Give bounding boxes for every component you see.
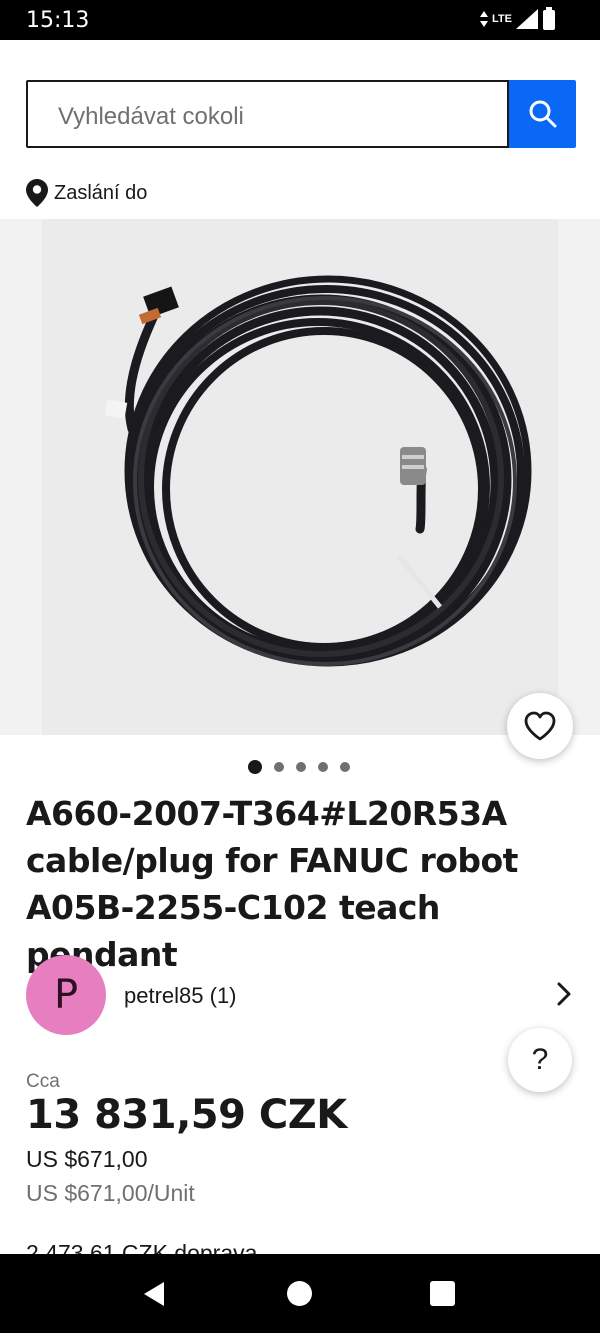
cable-photo xyxy=(42,219,558,735)
search-icon xyxy=(529,100,556,128)
battery-icon xyxy=(543,7,555,30)
heart-icon xyxy=(524,711,556,741)
seller-avatar: P xyxy=(26,955,106,1035)
listing-title: A660-2007-T364#L20R53A cable/plug for FA… xyxy=(26,794,518,974)
data-arrows-icon xyxy=(480,11,489,27)
search-bar: Vyhledávat cokoli xyxy=(26,80,576,148)
search-placeholder: Vyhledávat cokoli xyxy=(58,103,244,130)
gallery-dot[interactable] xyxy=(340,762,350,772)
price-approx-label: Cca xyxy=(26,1071,60,1092)
product-image-gallery[interactable] xyxy=(0,219,600,735)
back-icon[interactable] xyxy=(142,1280,166,1308)
signal-icon xyxy=(516,9,538,29)
system-nav-bar xyxy=(0,1254,600,1333)
gallery-pagination xyxy=(248,760,350,774)
recents-icon[interactable] xyxy=(430,1281,455,1306)
search-input[interactable]: Vyhledávat cokoli xyxy=(26,80,509,148)
shipping-cost: 2 473,61 CZK doprava xyxy=(26,1240,257,1254)
home-icon[interactable] xyxy=(287,1281,312,1306)
help-button[interactable]: ? xyxy=(508,1028,572,1092)
chevron-right-icon xyxy=(557,982,571,1006)
help-question-icon: ? xyxy=(531,1043,549,1076)
price-converted: 13 831,59 CZK xyxy=(26,1092,347,1138)
shipping-cost-text: 2 473,61 CZK doprava xyxy=(26,1240,258,1254)
ship-to-label: Zaslání do xyxy=(54,181,148,204)
gallery-dot[interactable] xyxy=(274,762,284,772)
watchlist-button[interactable] xyxy=(507,693,573,759)
location-pin-icon xyxy=(26,179,48,207)
status-bar: 15:13 LTE xyxy=(0,0,600,40)
product-image xyxy=(42,219,558,735)
gallery-dot[interactable] xyxy=(296,762,306,772)
app-header-remnant xyxy=(0,40,600,46)
network-type: LTE xyxy=(492,13,512,25)
ship-to-link[interactable]: Zaslání do xyxy=(26,178,147,208)
search-button[interactable] xyxy=(509,80,576,148)
seller-name: petrel85 (1) xyxy=(124,983,237,1008)
gallery-dot[interactable] xyxy=(318,762,328,772)
status-time: 15:13 xyxy=(26,8,90,33)
seller-row[interactable]: P petrel85 (1) xyxy=(26,955,576,1035)
gallery-dot-active[interactable] xyxy=(248,760,262,774)
status-icons: LTE xyxy=(480,7,556,31)
price-original: US $671,00 xyxy=(26,1146,148,1172)
price-per-unit: US $671,00/Unit xyxy=(26,1180,195,1206)
